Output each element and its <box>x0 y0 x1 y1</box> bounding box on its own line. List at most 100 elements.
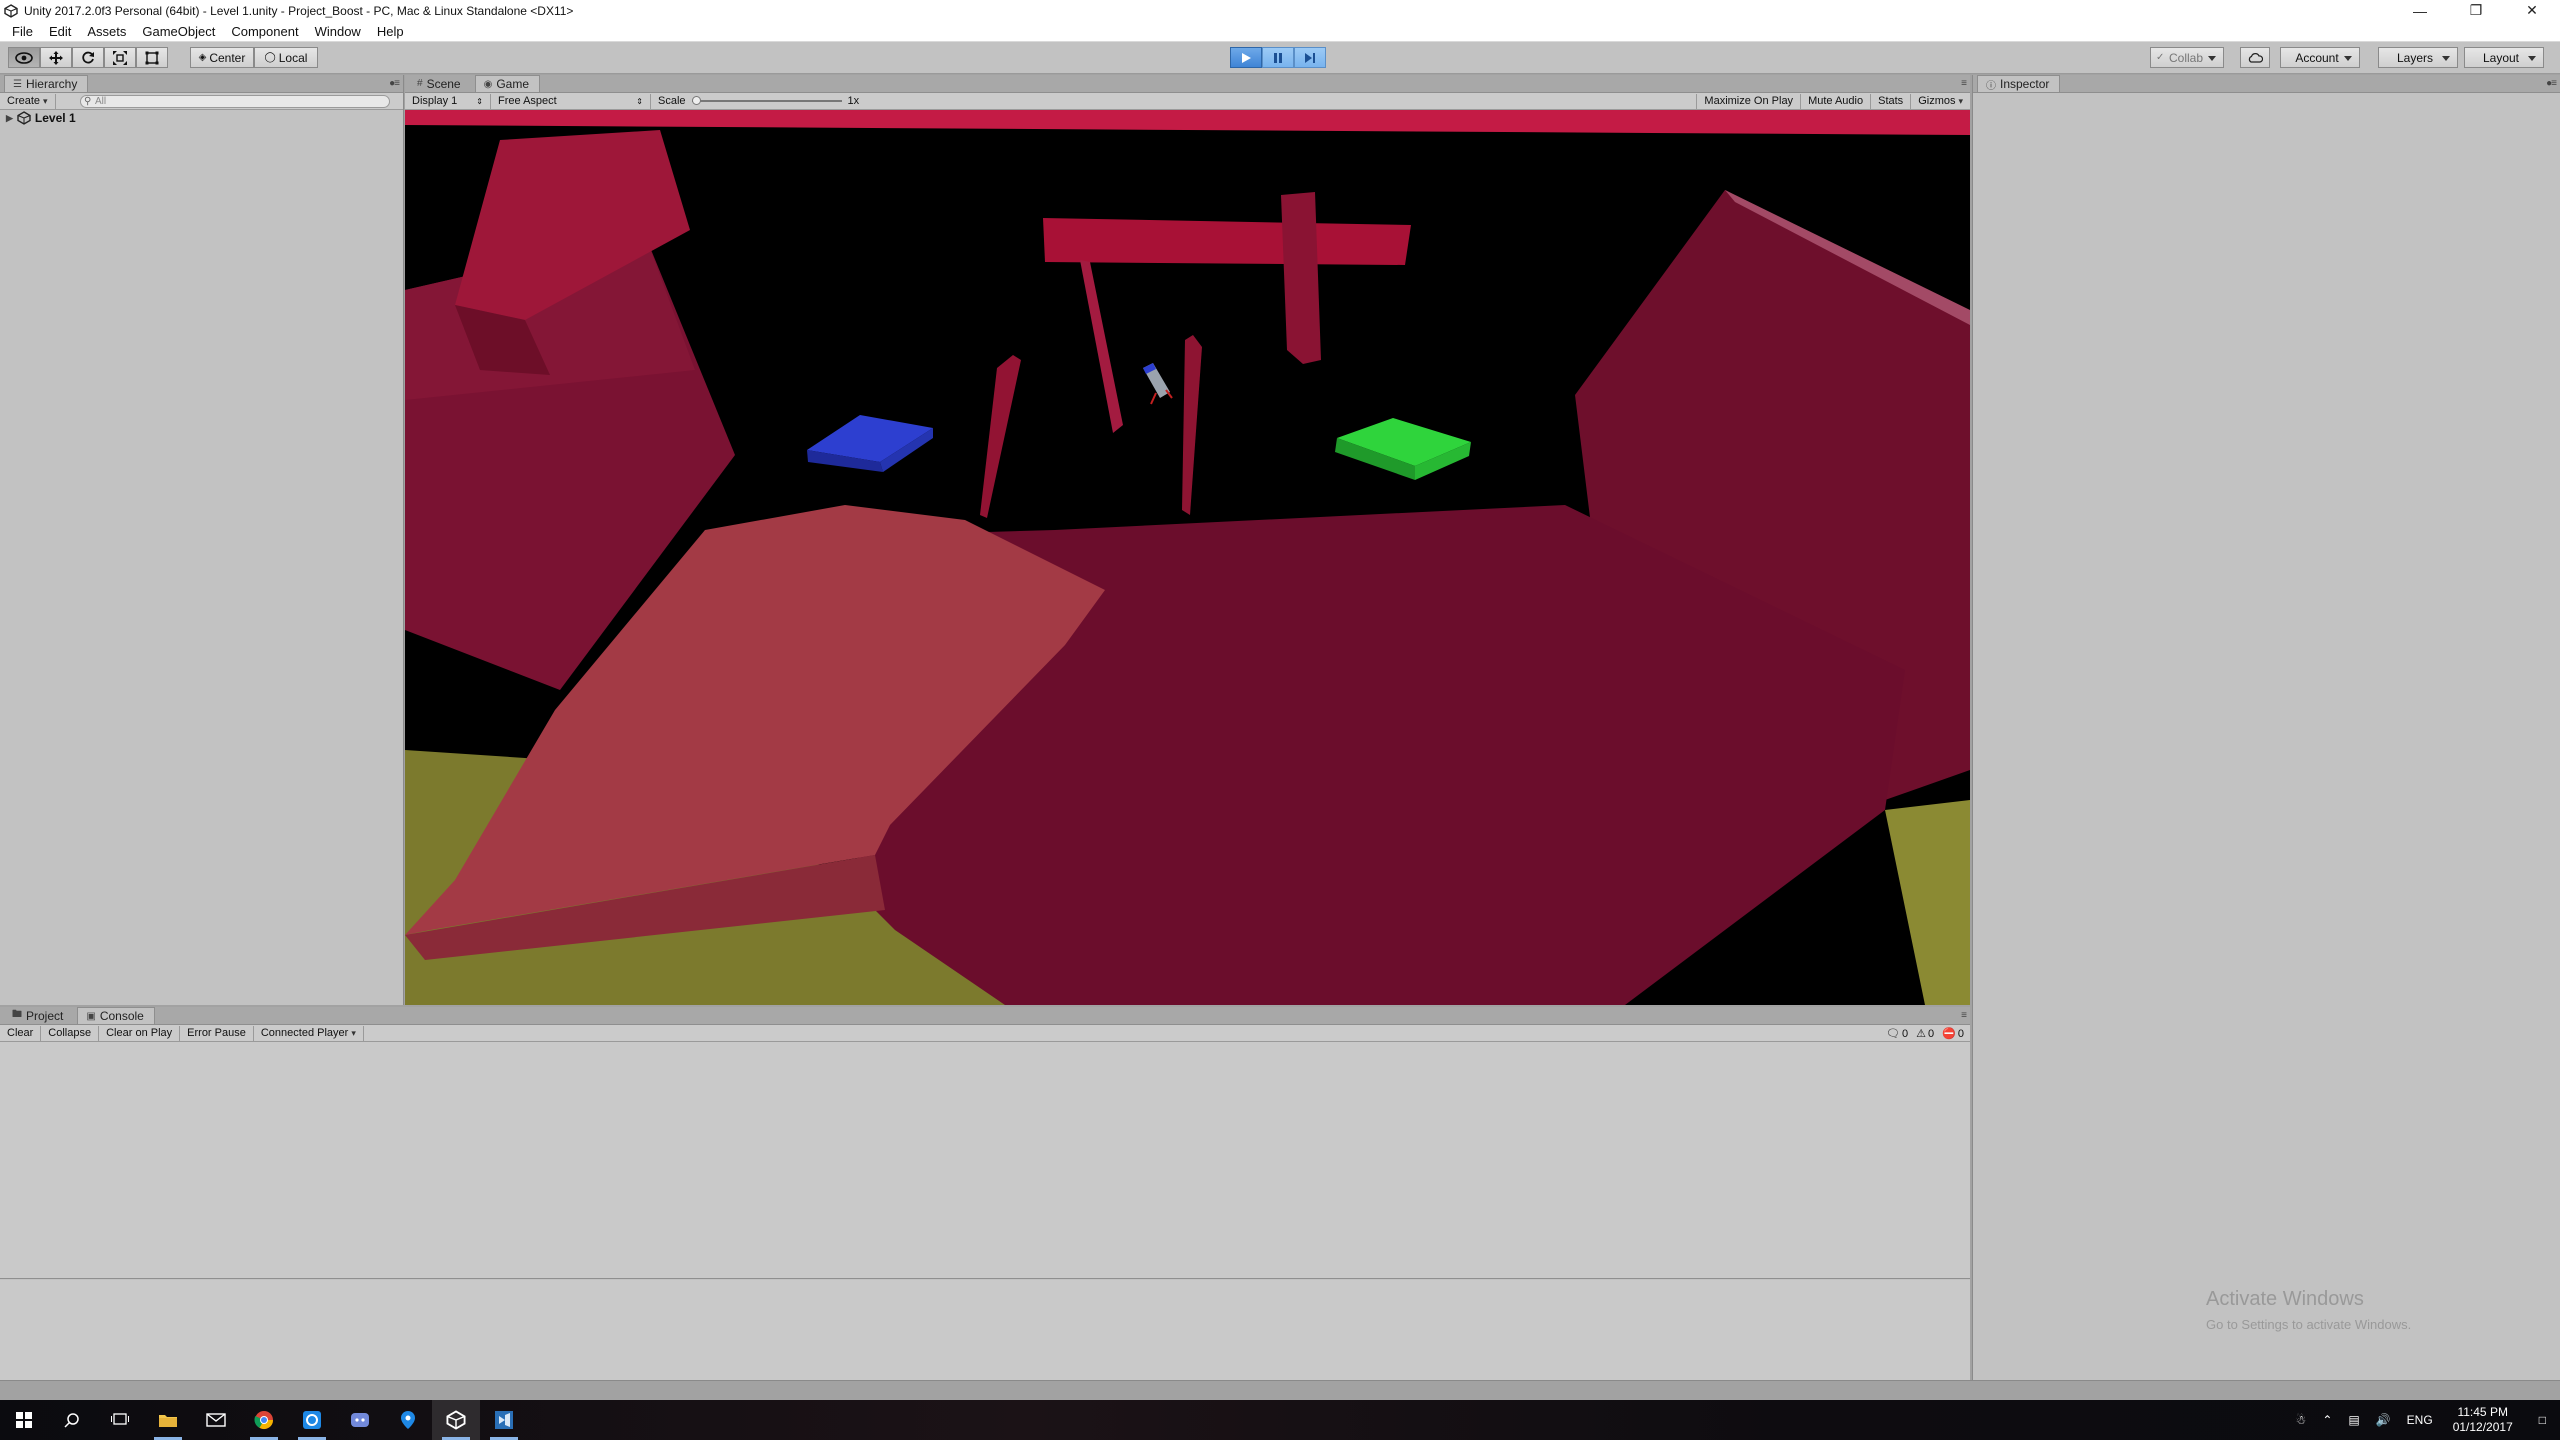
console-panel: 🖿 Project ▣ Console ≡ Clear Collapse Cle… <box>0 1007 1970 1380</box>
error-pause-label: Error Pause <box>187 1027 246 1039</box>
move-tool-icon[interactable] <box>40 47 72 68</box>
console-log-list[interactable] <box>0 1042 1970 1279</box>
console-panel-menu-icon[interactable]: ≡ <box>1961 1010 1967 1021</box>
layout-dropdown[interactable]: Layout <box>2464 47 2544 68</box>
unity-editor-window: Unity 2017.2.0f3 Personal (64bit) - Leve… <box>0 0 2560 1440</box>
scale-slider-knob[interactable] <box>691 96 701 105</box>
scale-value: 1x <box>847 95 860 107</box>
network-icon[interactable]: ▤ <box>2340 1413 2367 1427</box>
hand-tool-icon[interactable] <box>8 47 40 68</box>
hierarchy-tabstrip: ☰ Hierarchy ●≡ <box>0 75 403 93</box>
watermark-subtitle: Go to Settings to activate Windows. <box>2206 1317 2412 1332</box>
game-render-area[interactable] <box>405 110 1970 1005</box>
menu-help[interactable]: Help <box>369 24 412 39</box>
clear-on-play-toggle[interactable]: Clear on Play <box>99 1025 181 1041</box>
rect-tool-icon[interactable] <box>136 47 168 68</box>
chrome-icon[interactable] <box>240 1400 288 1440</box>
transform-tools <box>8 47 168 68</box>
scale-tool-icon[interactable] <box>104 47 136 68</box>
log-count-toggle[interactable]: 🗨 0 <box>1886 1027 1908 1041</box>
play-icon[interactable] <box>1230 47 1262 68</box>
hierarchy-scene-row[interactable]: ▶ Level 1 <box>0 110 403 126</box>
clock[interactable]: 11:45 PM 01/12/2017 <box>2441 1405 2525 1435</box>
volume-icon[interactable]: 🔊 <box>2368 1413 2399 1427</box>
bottom-tabstrip: 🖿 Project ▣ Console ≡ <box>0 1007 1970 1025</box>
system-tray: ☃ ⌃ ▤ 🔊 ENG 11:45 PM 01/12/2017 □ <box>2288 1400 2560 1440</box>
aspect-updown-icon: ⇕ <box>636 96 643 106</box>
hierarchy-search[interactable]: ⚲ All <box>80 95 390 108</box>
action-center-icon[interactable]: □ <box>2525 1413 2560 1427</box>
layers-dropdown[interactable]: Layers <box>2378 47 2458 68</box>
language-indicator[interactable]: ENG <box>2399 1413 2441 1427</box>
search-icon[interactable] <box>48 1400 96 1440</box>
create-button[interactable]: Create <box>0 93 56 109</box>
app-icon[interactable] <box>288 1400 336 1440</box>
expand-arrow-icon[interactable]: ▶ <box>6 113 13 124</box>
restore-icon[interactable]: ❐ <box>2448 0 2504 21</box>
clock-date: 01/12/2017 <box>2452 1420 2513 1434</box>
menu-file[interactable]: File <box>4 24 41 39</box>
minimize-icon[interactable]: — <box>2392 0 2448 21</box>
scale-label: Scale <box>658 95 686 107</box>
pivot-mode-icon: ◈ <box>198 52 207 63</box>
maximize-on-play-toggle[interactable]: Maximize On Play <box>1696 93 1802 109</box>
tab-inspector[interactable]: ⓘ Inspector <box>1977 75 2061 92</box>
console-detail-area[interactable] <box>0 1280 1970 1380</box>
scale-control[interactable]: Scale 1x <box>651 94 866 109</box>
tab-console[interactable]: ▣ Console <box>77 1007 155 1024</box>
pause-icon[interactable] <box>1262 47 1294 68</box>
rotate-tool-icon[interactable] <box>72 47 104 68</box>
people-icon[interactable]: ☃ <box>2288 1413 2315 1427</box>
visual-studio-icon[interactable] <box>480 1400 528 1440</box>
collab-button[interactable]: ✓ Collab <box>2150 47 2224 68</box>
mute-audio-toggle[interactable]: Mute Audio <box>1801 93 1872 109</box>
error-count-toggle[interactable]: ⛔ 0 <box>1942 1027 1964 1041</box>
clock-time: 11:45 PM <box>2457 1405 2508 1419</box>
menu-edit[interactable]: Edit <box>41 24 79 39</box>
warning-count-toggle[interactable]: ⚠ 0 <box>1916 1027 1934 1041</box>
close-icon[interactable]: ✕ <box>2504 0 2560 21</box>
cloud-icon[interactable] <box>2240 47 2270 68</box>
display-updown-icon: ⇕ <box>476 96 483 106</box>
inspector-panel: ⓘ Inspector ●≡ <box>1972 75 2560 1380</box>
windows-start-icon[interactable] <box>0 1400 48 1440</box>
aspect-dropdown[interactable]: Free Aspect ⇕ <box>491 93 651 109</box>
gizmos-label: Gizmos <box>1918 95 1956 107</box>
display-label: Display 1 <box>412 95 458 107</box>
task-view-icon[interactable] <box>96 1400 144 1440</box>
menu-component[interactable]: Component <box>223 24 306 39</box>
account-dropdown[interactable]: Account <box>2280 47 2360 68</box>
tray-chevron-icon[interactable]: ⌃ <box>2314 1413 2340 1427</box>
discord-icon[interactable] <box>336 1400 384 1440</box>
unity-logo-icon <box>4 3 18 18</box>
gizmos-dropdown[interactable]: Gizmos <box>1911 94 1970 109</box>
tab-game[interactable]: ◉ Game <box>474 75 541 92</box>
tab-hierarchy[interactable]: ☰ Hierarchy <box>4 75 89 92</box>
aspect-label: Free Aspect <box>498 95 557 107</box>
file-explorer-icon[interactable] <box>144 1400 192 1440</box>
title-bar: Unity 2017.2.0f3 Personal (64bit) - Leve… <box>0 0 2560 21</box>
tab-scene[interactable]: # Scene <box>409 75 471 92</box>
menu-gameobject[interactable]: GameObject <box>134 24 223 39</box>
game-panel-menu-icon[interactable]: ≡ <box>1961 78 1967 89</box>
panel-menu-icon[interactable]: ●≡ <box>389 78 400 89</box>
scale-slider[interactable] <box>691 96 842 105</box>
clear-on-play-label: Clear on Play <box>106 1027 173 1039</box>
maps-icon[interactable] <box>384 1400 432 1440</box>
menu-assets[interactable]: Assets <box>79 24 134 39</box>
create-label: Create <box>7 95 41 107</box>
stats-toggle[interactable]: Stats <box>1871 93 1912 109</box>
inspector-panel-menu-icon[interactable]: ●≡ <box>2546 78 2557 89</box>
pivot-rotation-button[interactable]: ◯ Local <box>254 47 318 68</box>
unity-icon[interactable] <box>432 1400 480 1440</box>
error-pause-toggle[interactable]: Error Pause <box>180 1025 254 1041</box>
mail-icon[interactable] <box>192 1400 240 1440</box>
step-icon[interactable] <box>1294 47 1326 68</box>
tab-project[interactable]: 🖿 Project <box>4 1007 73 1024</box>
clear-button[interactable]: Clear <box>0 1025 42 1041</box>
connected-player-dropdown[interactable]: Connected Player <box>254 1025 364 1041</box>
pivot-mode-button[interactable]: ◈ Center <box>190 47 254 68</box>
menu-window[interactable]: Window <box>307 24 369 39</box>
display-dropdown[interactable]: Display 1 ⇕ <box>405 93 491 109</box>
collapse-toggle[interactable]: Collapse <box>41 1025 100 1041</box>
